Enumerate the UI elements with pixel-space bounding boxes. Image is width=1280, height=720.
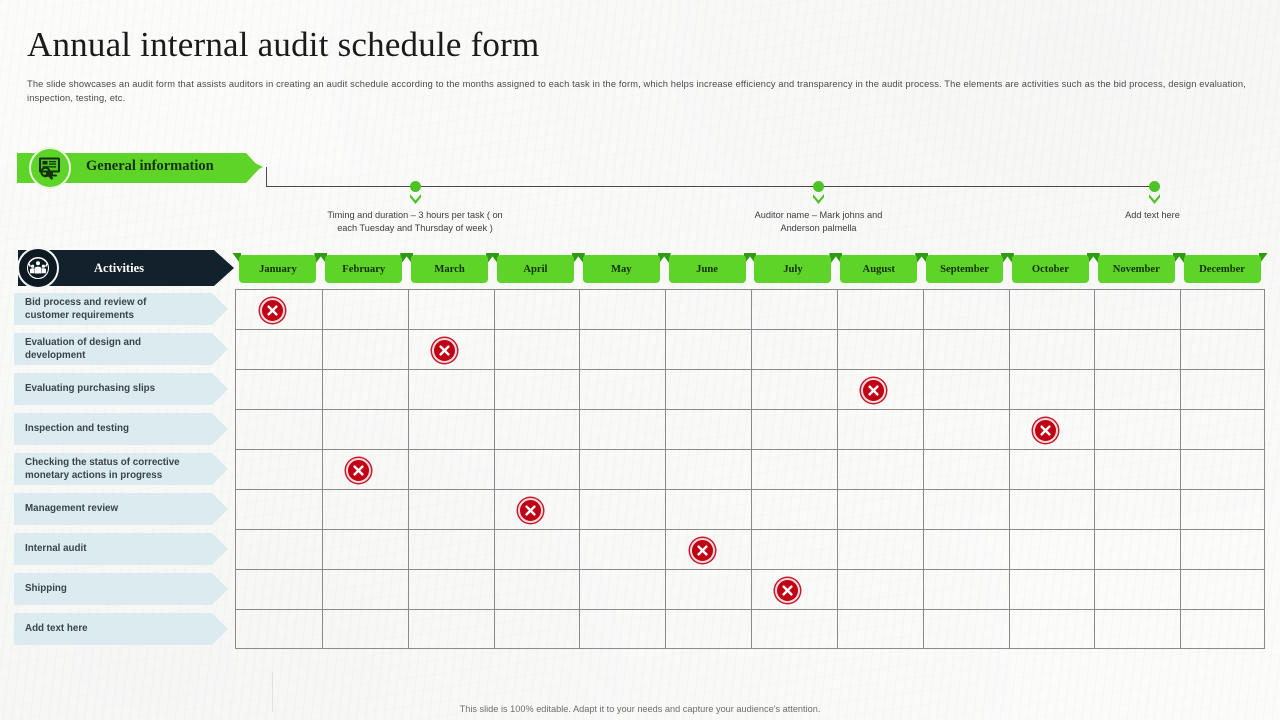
activity-label-row-1[interactable]: Bid process and review of customer requi…	[14, 293, 228, 325]
activity-label-row-8[interactable]: Shipping	[14, 573, 228, 605]
month-tab-label: October	[1031, 263, 1069, 275]
activity-label-text: Bid process and review of customer requi…	[25, 296, 147, 321]
activity-label-row-3[interactable]: Evaluating purchasing slips	[14, 373, 228, 405]
chevron-down-icon	[1149, 194, 1160, 204]
activity-label-text: Evaluation of design and development	[25, 336, 141, 361]
grid-column-divider	[1008, 290, 1010, 648]
milestone-dot-icon	[813, 181, 824, 192]
grid-column-divider	[1094, 290, 1096, 648]
month-tab-label: February	[342, 263, 386, 275]
table-row	[236, 570, 1264, 610]
table-row	[236, 290, 1264, 330]
month-tab-april[interactable]: April	[496, 255, 574, 283]
grid-column-divider	[493, 290, 495, 648]
chevron-down-icon	[813, 194, 824, 204]
milestone-text: Add text here	[1125, 210, 1180, 220]
month-tab-label: July	[783, 263, 803, 275]
footer-note: This slide is 100% editable. Adapt it to…	[459, 704, 821, 714]
table-row	[236, 330, 1264, 370]
activity-label-text: Checking the status of corrective moneta…	[25, 456, 180, 481]
page-description: The slide showcases an audit form that a…	[27, 79, 1246, 103]
activities-header-label: Activities	[94, 261, 144, 275]
milestone-dot-icon	[410, 181, 421, 192]
table-row	[236, 530, 1264, 570]
activity-label-text: Inspection and testing	[25, 423, 129, 435]
month-tab-may[interactable]: May	[582, 255, 660, 283]
grid-column-divider	[407, 290, 409, 648]
connector-horizontal	[266, 186, 1156, 187]
table-row	[236, 410, 1264, 450]
activity-label-row-2[interactable]: Evaluation of design and development	[14, 333, 228, 365]
general-information-label: General information	[86, 158, 214, 174]
activity-label-row-4[interactable]: Inspection and testing	[14, 413, 228, 445]
schedule-grid	[235, 289, 1265, 649]
grid-column-divider	[836, 290, 838, 648]
activity-label-row-9[interactable]: Add text here	[14, 613, 228, 645]
x-mark-icon[interactable]	[517, 497, 543, 523]
month-tab-label: December	[1199, 263, 1246, 275]
grid-column-divider	[579, 290, 581, 648]
month-tab-label: September	[940, 263, 989, 275]
milestone-dot-icon	[1149, 181, 1160, 192]
table-row	[236, 490, 1264, 530]
table-row	[236, 450, 1264, 490]
grid-column-divider	[1180, 290, 1182, 648]
x-mark-icon[interactable]	[861, 377, 887, 403]
activity-label-text: Evaluating purchasing slips	[25, 383, 156, 395]
grid-column-divider	[321, 290, 323, 648]
x-mark-icon[interactable]	[260, 297, 286, 323]
month-tab-label: June	[696, 263, 718, 275]
month-tab-march[interactable]: March	[411, 255, 489, 283]
activity-label-text: Internal audit	[25, 543, 87, 555]
month-tab-june[interactable]: June	[668, 255, 746, 283]
table-row	[236, 610, 1264, 650]
monitor-search-icon	[29, 147, 71, 189]
x-mark-icon[interactable]	[689, 537, 715, 563]
general-information-banner-tip	[255, 163, 263, 171]
x-mark-icon[interactable]	[432, 337, 458, 363]
month-tab-label: November	[1112, 263, 1160, 275]
activity-label-row-7[interactable]: Internal audit	[14, 533, 228, 565]
month-tab-label: March	[434, 263, 465, 275]
activity-label-text: Add text here	[25, 623, 88, 635]
x-mark-icon[interactable]	[1032, 417, 1058, 443]
grid-column-divider	[922, 290, 924, 648]
month-tab-september[interactable]: September	[926, 255, 1004, 283]
month-tab-label: April	[523, 263, 548, 275]
month-tab-february[interactable]: February	[325, 255, 403, 283]
month-tab-july[interactable]: July	[754, 255, 832, 283]
chevron-down-icon	[410, 194, 421, 204]
milestone-text: Auditor name – Mark johns and Anderson p…	[754, 210, 883, 233]
activity-label-row-6[interactable]: Management review	[14, 493, 228, 525]
month-tab-label: May	[610, 263, 632, 275]
month-tab-january[interactable]: January	[239, 255, 317, 283]
month-tab-august[interactable]: August	[840, 255, 918, 283]
table-row	[236, 370, 1264, 410]
month-tab-october[interactable]: October	[1011, 255, 1089, 283]
activity-label-text: Management review	[25, 503, 119, 515]
page-title: Annual internal audit schedule form	[27, 25, 540, 64]
milestone-text: Timing and duration – 3 hours per task (…	[327, 210, 503, 233]
grid-column-divider	[751, 290, 752, 648]
x-mark-icon[interactable]	[775, 577, 801, 603]
x-mark-icon[interactable]	[346, 457, 372, 483]
month-tab-label: August	[862, 263, 895, 275]
month-tab-november[interactable]: November	[1097, 255, 1175, 283]
team-people-icon	[17, 247, 59, 289]
slide-canvas: Annual internal audit schedule form The …	[0, 0, 1280, 720]
month-tab-december[interactable]: December	[1183, 255, 1261, 283]
activity-label-text: Shipping	[25, 583, 67, 595]
grid-column-divider	[665, 290, 667, 648]
connector-vertical	[266, 167, 267, 187]
activity-label-row-5[interactable]: Checking the status of corrective moneta…	[14, 453, 228, 485]
month-tab-label: January	[259, 263, 297, 275]
